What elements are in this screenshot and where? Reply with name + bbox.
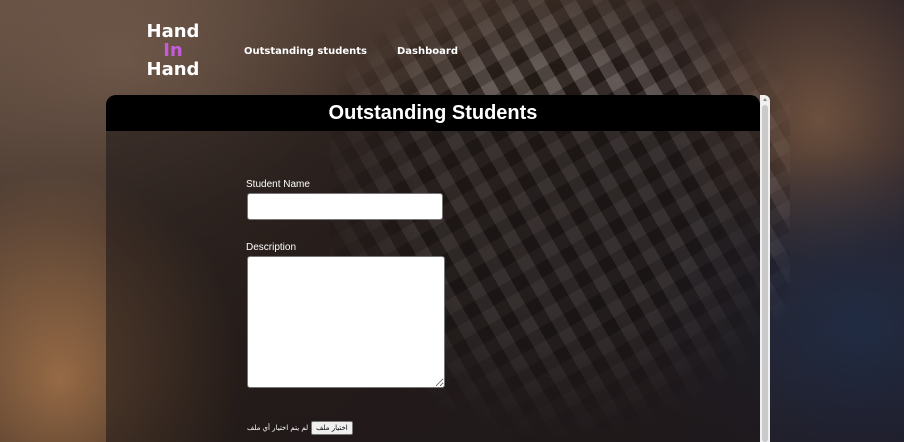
nav-outstanding-students[interactable]: Outstanding students [244,46,367,57]
main-nav: Outstanding students Dashboard [244,46,458,57]
student-name-input[interactable] [247,193,443,220]
nav-dashboard[interactable]: Dashboard [397,46,458,57]
logo-line-1: Hand [146,21,200,42]
student-name-label: Student Name [246,179,310,190]
scroll-up-arrow-icon[interactable] [763,98,767,101]
form-title: Outstanding Students [106,95,760,131]
description-label: Description [246,242,297,253]
choose-file-button[interactable]: اختيار ملف [311,421,353,435]
logo-line-3: Hand [146,59,200,80]
logo[interactable]: Hand In Hand [143,22,203,79]
logo-line-2: In [163,40,183,61]
description-textarea[interactable] [247,256,445,388]
file-upload: اختيار ملف لم يتم اختيار أي ملف [247,421,353,435]
scrollbar[interactable] [760,95,770,442]
file-status-text: لم يتم اختيار أي ملف [247,424,309,432]
scrollbar-thumb[interactable] [762,105,768,442]
